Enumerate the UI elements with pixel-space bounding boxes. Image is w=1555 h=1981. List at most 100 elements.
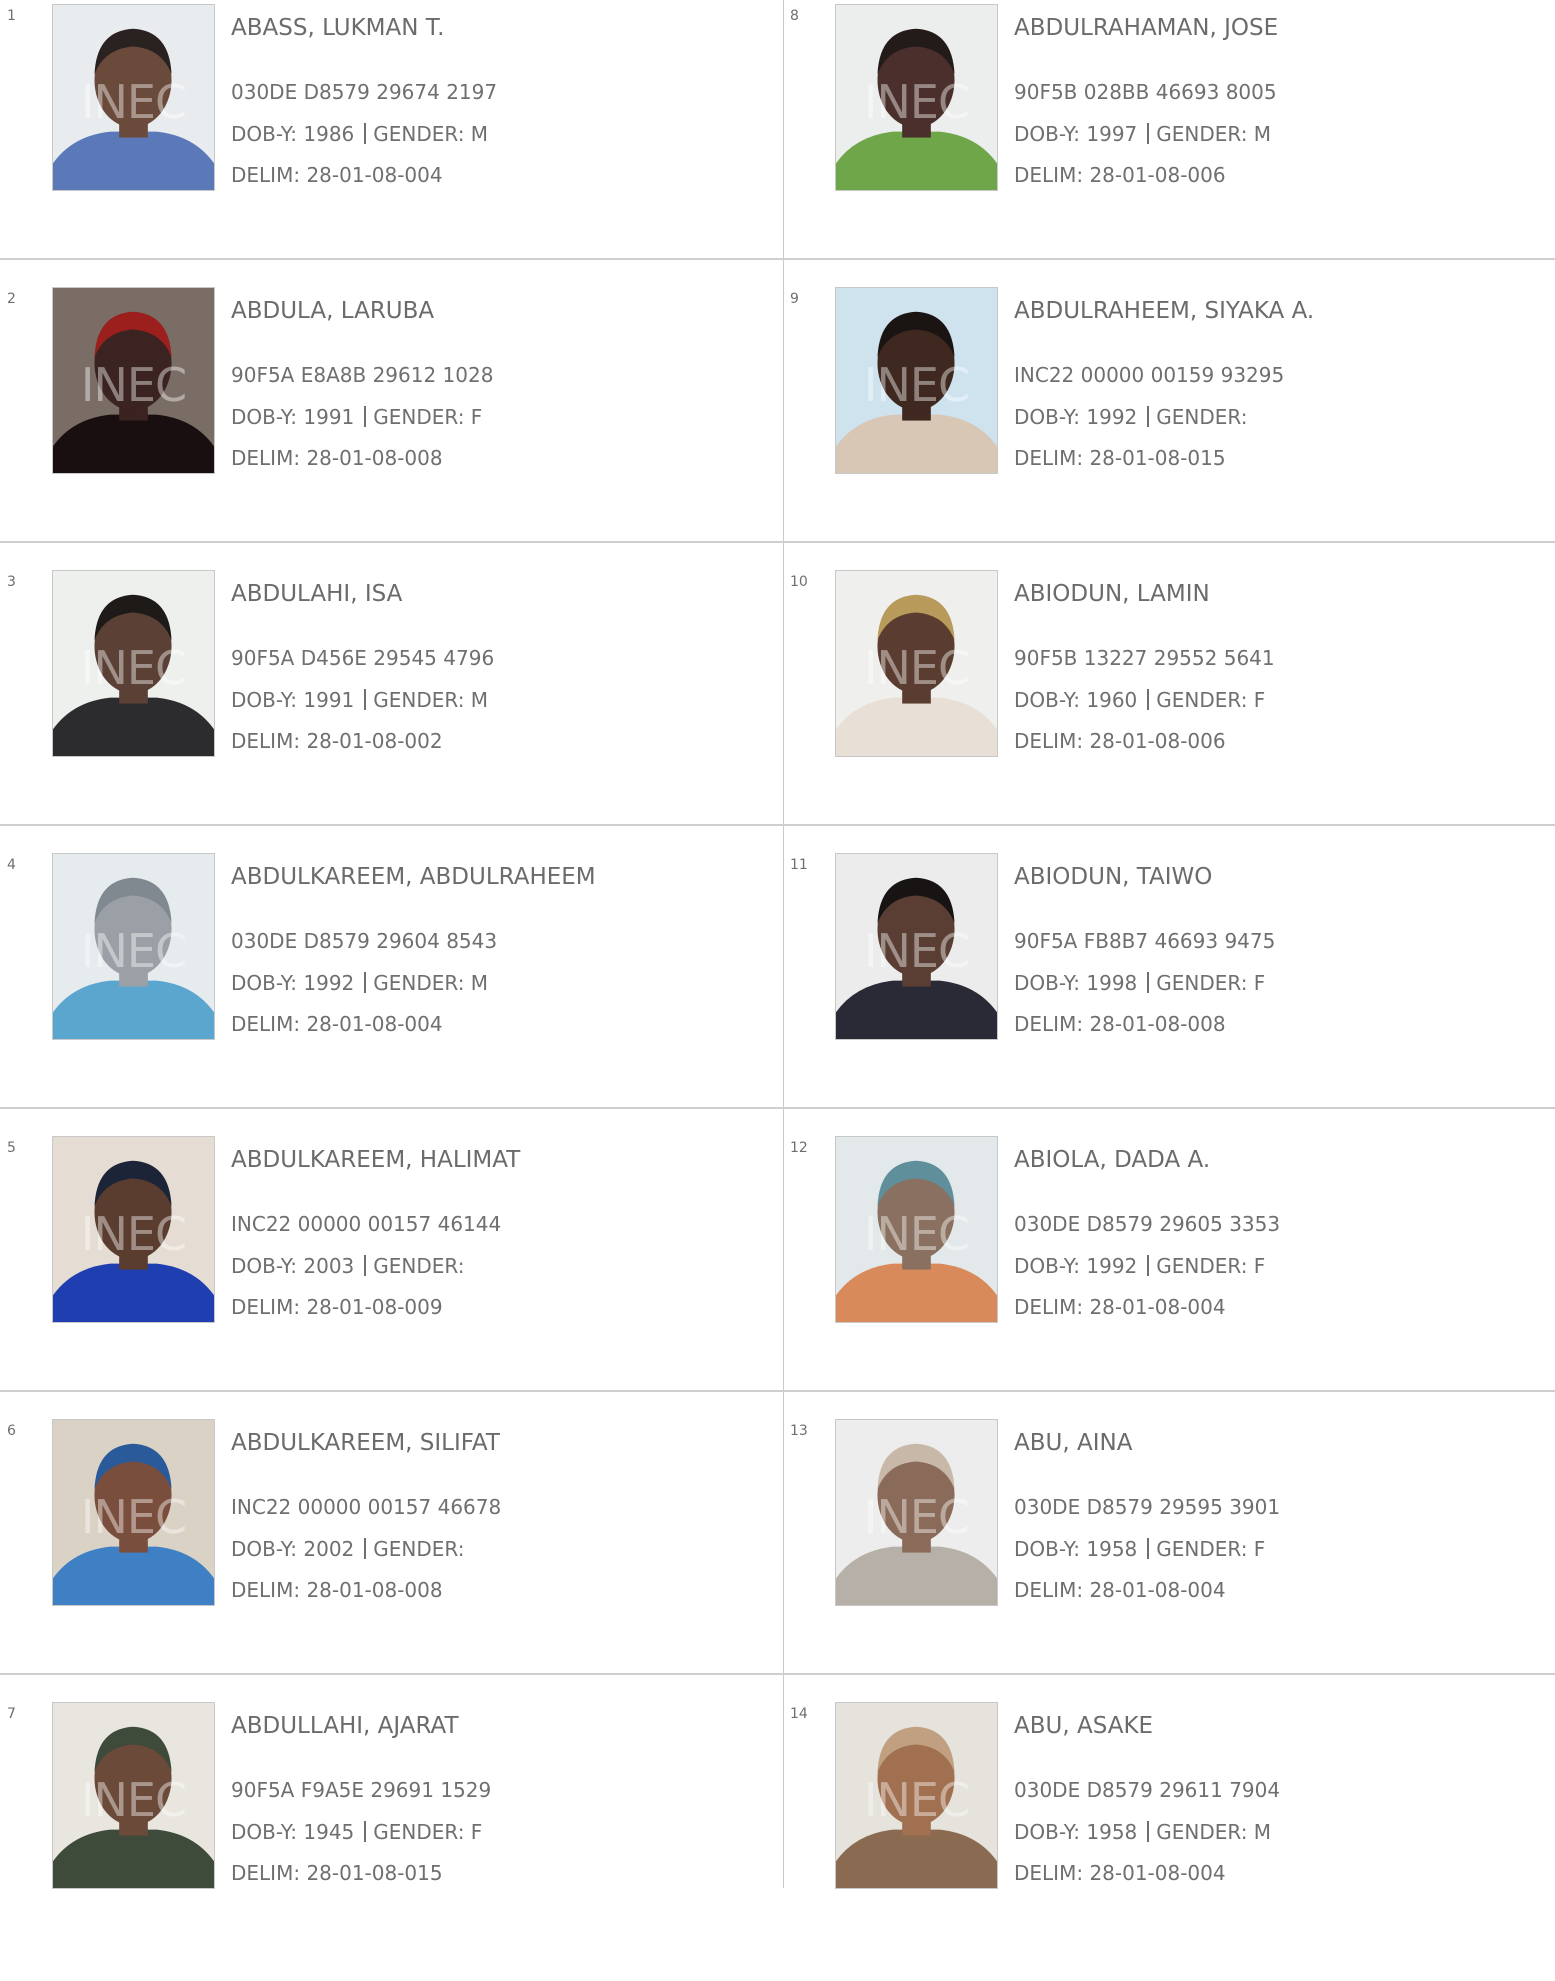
serial-number: 12: [790, 1140, 808, 1156]
delim-label: DELIM:: [231, 163, 301, 187]
voter-demographics: DOB-Y: 1997 GENDER: M: [1014, 122, 1271, 146]
serial-number: 9: [790, 291, 799, 307]
field-separator: [364, 123, 367, 144]
photo-watermark: INEC: [80, 641, 187, 695]
field-separator: [1147, 123, 1150, 144]
voter-demographics: DOB-Y: 1958 GENDER: F: [1014, 1537, 1265, 1561]
voter-name: ABIOLA, DADA A.: [1014, 1147, 1211, 1173]
field-separator: [364, 1538, 367, 1559]
voter-id-number: 90F5A F9A5E 29691 1529: [231, 1778, 492, 1802]
serial-number: 10: [790, 574, 808, 590]
voter-name: ABDULRAHEEM, SIYAKA A.: [1014, 298, 1315, 324]
voter-entry: 12 INEC ABIOLA, DADA A. 030DE D8579 29605 3…: [783, 1132, 1553, 1415]
voter-photo: INEC: [52, 1702, 215, 1889]
voter-name: ABDULA, LARUBA: [231, 298, 435, 324]
voter-entry: 1 INEC ABASS, LUKMAN T. 030DE D8579 29674 2…: [0, 0, 770, 283]
photo-watermark: INEC: [80, 1490, 187, 1544]
voter-entry: 8 INEC ABDULRAHAMAN, JOSE 90F5B 028BB 46693…: [783, 0, 1553, 283]
delim-label: DELIM:: [1014, 1578, 1084, 1602]
field-separator: [1147, 1538, 1150, 1559]
dob-label: DOB-Y:: [1014, 405, 1081, 429]
gender-value: M: [470, 971, 489, 995]
voter-photo: INEC: [835, 1419, 998, 1606]
gender-label: GENDER:: [1156, 405, 1248, 429]
field-separator: [364, 689, 367, 710]
voter-demographics: DOB-Y: 1958 GENDER: M: [1014, 1820, 1271, 1844]
voter-demographics: DOB-Y: 1945 GENDER: F: [231, 1820, 482, 1844]
voter-id-number: 030DE D8579 29595 3901: [1014, 1495, 1281, 1519]
voter-demographics: DOB-Y: 1991 GENDER: M: [231, 688, 488, 712]
gender-label: GENDER:: [373, 405, 465, 429]
gender-label: GENDER:: [1156, 971, 1248, 995]
serial-number: 3: [7, 574, 16, 590]
voter-photo: INEC: [835, 1136, 998, 1323]
photo-watermark: INEC: [863, 75, 970, 129]
voter-delimitation: DELIM: 28-01-08-004: [1014, 1295, 1226, 1319]
serial-number: 13: [790, 1423, 808, 1439]
dob-year: 2002: [303, 1537, 355, 1561]
dob-year: 1960: [1086, 688, 1138, 712]
serial-number: 8: [790, 8, 799, 24]
gender-label: GENDER:: [373, 688, 465, 712]
photo-watermark: INEC: [80, 1207, 187, 1261]
delim-label: DELIM:: [231, 729, 301, 753]
field-separator: [364, 1821, 367, 1842]
voter-id-number: 90F5A FB8B7 46693 9475: [1014, 929, 1276, 953]
voter-id-number: 030DE D8579 29611 7904: [1014, 1778, 1281, 1802]
gender-label: GENDER:: [373, 1820, 465, 1844]
voter-photo: INEC: [52, 853, 215, 1040]
dob-label: DOB-Y:: [231, 1537, 298, 1561]
voter-id-number: INC22 00000 00159 93295: [1014, 363, 1285, 387]
delim-code: 28-01-08-004: [306, 163, 443, 187]
field-separator: [364, 406, 367, 427]
gender-label: GENDER:: [373, 122, 465, 146]
voter-name: ABU, ASAKE: [1014, 1713, 1154, 1739]
gender-label: GENDER:: [1156, 122, 1248, 146]
voter-id-number: 030DE D8579 29604 8543: [231, 929, 498, 953]
photo-watermark: INEC: [863, 1773, 970, 1827]
voter-photo: INEC: [835, 853, 998, 1040]
serial-number: 6: [7, 1423, 16, 1439]
delim-code: 28-01-08-015: [1089, 446, 1226, 470]
serial-number: 2: [7, 291, 16, 307]
field-separator: [1147, 972, 1150, 993]
voter-entry: 4 INEC ABDULKAREEM, ABDULRAHEEM 030DE D8579…: [0, 849, 770, 1132]
photo-watermark: INEC: [80, 75, 187, 129]
voter-name: ABDULKAREEM, HALIMAT: [231, 1147, 521, 1173]
voter-photo: INEC: [52, 570, 215, 757]
delim-code: 28-01-08-002: [306, 729, 443, 753]
voter-delimitation: DELIM: 28-01-08-015: [1014, 446, 1226, 470]
voter-delimitation: DELIM: 28-01-08-008: [231, 446, 443, 470]
voter-photo: INEC: [835, 4, 998, 191]
gender-value: F: [470, 405, 483, 429]
field-separator: [1147, 406, 1150, 427]
voter-id-number: INC22 00000 00157 46144: [231, 1212, 502, 1236]
voter-name: ABDULLAHI, AJARAT: [231, 1713, 459, 1739]
delim-code: 28-01-08-009: [306, 1295, 443, 1319]
photo-watermark: INEC: [863, 924, 970, 978]
voter-delimitation: DELIM: 28-01-08-004: [231, 1012, 443, 1036]
gender-value: F: [1253, 971, 1266, 995]
gender-label: GENDER:: [1156, 688, 1248, 712]
voter-id-number: 030DE D8579 29605 3353: [1014, 1212, 1281, 1236]
field-separator: [364, 972, 367, 993]
voter-photo: INEC: [52, 1136, 215, 1323]
voter-entry: 7 INEC ABDULLAHI, AJARAT 90F5A F9A5E 29691 …: [0, 1698, 770, 1981]
dob-label: DOB-Y:: [1014, 1820, 1081, 1844]
voter-photo: INEC: [835, 287, 998, 474]
delim-label: DELIM:: [1014, 1295, 1084, 1319]
dob-label: DOB-Y:: [1014, 971, 1081, 995]
photo-watermark: INEC: [863, 1490, 970, 1544]
voter-name: ABASS, LUKMAN T.: [231, 15, 445, 41]
voter-delimitation: DELIM: 28-01-08-015: [231, 1861, 443, 1885]
delim-label: DELIM:: [231, 446, 301, 470]
dob-label: DOB-Y:: [231, 1254, 298, 1278]
delim-code: 28-01-08-008: [306, 1578, 443, 1602]
photo-watermark: INEC: [863, 1207, 970, 1261]
dob-year: 1958: [1086, 1537, 1138, 1561]
voter-demographics: DOB-Y: 1986 GENDER: M: [231, 122, 488, 146]
voter-demographics: DOB-Y: 1992 GENDER: F: [1014, 1254, 1265, 1278]
voter-demographics: DOB-Y: 2003 GENDER:: [231, 1254, 464, 1278]
serial-number: 11: [790, 857, 808, 873]
voter-delimitation: DELIM: 28-01-08-006: [1014, 729, 1226, 753]
